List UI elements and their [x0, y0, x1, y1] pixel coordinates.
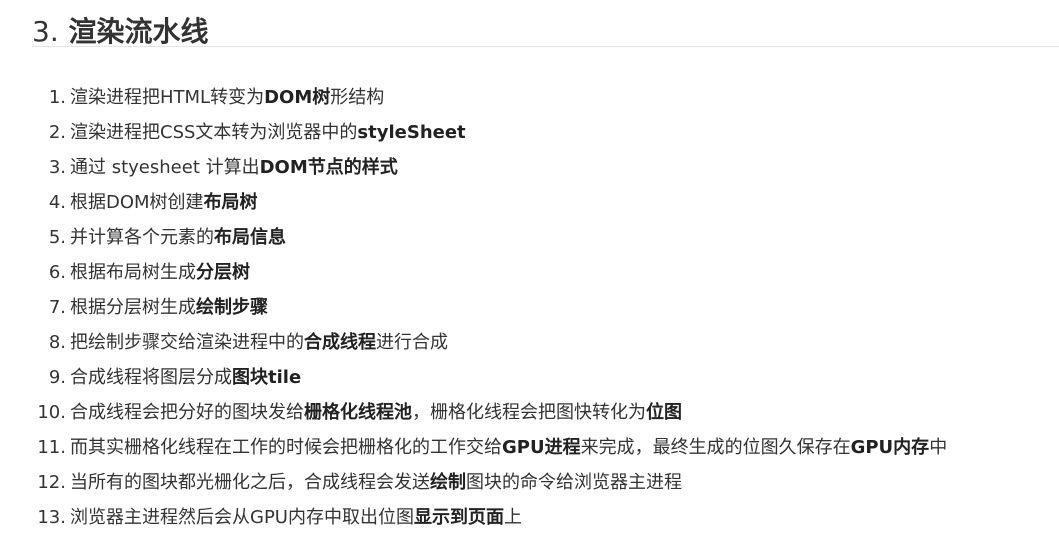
list-item-bold-text: 图块tile [232, 367, 302, 388]
list-item-text: 浏览器主进程然后会从GPU内存中取出位图 [70, 507, 414, 528]
list-item-number: 5. [48, 227, 66, 248]
list-item-bold-text: 位图 [646, 402, 682, 423]
list-item-bold-text: 分层树 [196, 262, 250, 283]
list-item-text: 并计算各个元素的 [70, 227, 214, 248]
list-item-number: 11. [37, 437, 66, 458]
list-item-text: 通过 styesheet 计算出 [70, 157, 260, 178]
list-item-number: 9. [48, 367, 66, 388]
list-item-bold-text: 布局树 [203, 192, 258, 213]
list-item-text: 合成线程会把分好的图块发给 [70, 402, 304, 423]
list-item-bold-text: GPU进程 [502, 437, 581, 458]
list-item: 4. 根据DOM树创建布局树 [32, 185, 1059, 220]
list-item-number: 3. [48, 157, 66, 178]
document-body: 3. 渲染流水线 1. 渲染进程把HTML转变为DOM树形结构 2. 渲染进程把CSS… [32, 0, 1059, 528]
list-item-bold-text: 显示到页面 [413, 507, 504, 528]
list-item-text: 上 [503, 507, 522, 528]
list-item: 13. 浏览器主进程然后会从GPU内存中取出位图显示到页面上 [32, 500, 1059, 535]
list-item-number: 6. [48, 262, 66, 283]
list-item: 10. 合成线程会把分好的图块发给栅格化线程池，栅格化线程会把图快转化为位图 [32, 395, 1059, 430]
list-item: 7. 根据分层树生成绘制步骤 [32, 290, 1059, 325]
list-item: 5. 并计算各个元素的布局信息 [32, 220, 1059, 255]
section-heading: 3. 渲染流水线 [32, 0, 1059, 48]
list-item-text: 图块的命令给浏览器主进程 [466, 472, 682, 493]
list-item-bold-text: DOM树 [264, 87, 331, 108]
list-item-number: 2. [48, 122, 66, 143]
list-item-text: 来完成，最终生成的位图久保存在 [580, 437, 851, 458]
list-item: 2. 渲染进程把CSS文本转为浏览器中的styleSheet [32, 115, 1059, 150]
list-item-bold-text: 布局信息 [214, 227, 286, 248]
list-item: 11. 而其实栅格化线程在工作的时候会把栅格化的工作交给GPU进程来完成，最终生成… [32, 430, 1059, 465]
list-item-text: 进行合成 [376, 332, 448, 353]
list-item-number: 13. [37, 507, 66, 528]
pipeline-steps-list: 1. 渲染进程把HTML转变为DOM树形结构 2. 渲染进程把CSS文本转为浏览器中的… [32, 80, 1059, 535]
list-item-text: 渲染进程把CSS文本转为浏览器中的 [70, 122, 358, 143]
list-item-text: 而其实栅格化线程在工作的时候会把栅格化的工作交给 [70, 437, 502, 458]
list-item-text: 根据布局树生成 [70, 262, 196, 283]
list-item-bold-text: styleSheet [357, 122, 466, 143]
list-item: 12. 当所有的图块都光栅化之后，合成线程会发送绘制图块的命令给浏览器主进程 [32, 465, 1059, 500]
list-item-text: 当所有的图块都光栅化之后，合成线程会发送 [70, 472, 430, 493]
list-item: 9. 合成线程将图层分成图块tile [32, 360, 1059, 395]
list-item-number: 7. [48, 297, 66, 318]
list-item-number: 4. [48, 192, 66, 213]
list-item-number: 8. [48, 332, 66, 353]
section-number: 3. [32, 15, 59, 48]
list-item-text: ，栅格化线程会把图快转化为 [412, 402, 646, 423]
list-item-bold-text: 绘制步骤 [196, 297, 268, 318]
list-item-number: 12. [37, 472, 66, 493]
list-item-bold-text: 绘制 [430, 472, 466, 493]
list-item-text: 渲染进程把HTML转变为 [70, 87, 265, 108]
list-item: 6. 根据布局树生成分层树 [32, 255, 1059, 290]
list-item-bold-text: DOM节点的样式 [259, 157, 398, 178]
list-item: 8. 把绘制步骤交给渲染进程中的合成线程进行合成 [32, 325, 1059, 360]
list-item-text: 中 [929, 437, 948, 458]
list-item: 3. 通过 styesheet 计算出DOM节点的样式 [32, 150, 1059, 185]
list-item-bold-text: 栅格化线程池 [304, 402, 412, 423]
list-item-number: 10. [37, 402, 66, 423]
list-item-number: 1. [48, 87, 66, 108]
list-item-text: 合成线程将图层分成 [70, 367, 232, 388]
list-item-text: 形结构 [330, 87, 385, 108]
list-item-bold-text: 合成线程 [304, 332, 376, 353]
list-item-text: 根据分层树生成 [70, 297, 196, 318]
list-item-text: 把绘制步骤交给渲染进程中的 [70, 332, 304, 353]
section-title: 渲染流水线 [68, 15, 209, 48]
list-item: 1. 渲染进程把HTML转变为DOM树形结构 [32, 80, 1059, 115]
list-item-bold-text: GPU内存 [850, 437, 930, 458]
list-item-text: 根据DOM树创建 [70, 192, 204, 213]
